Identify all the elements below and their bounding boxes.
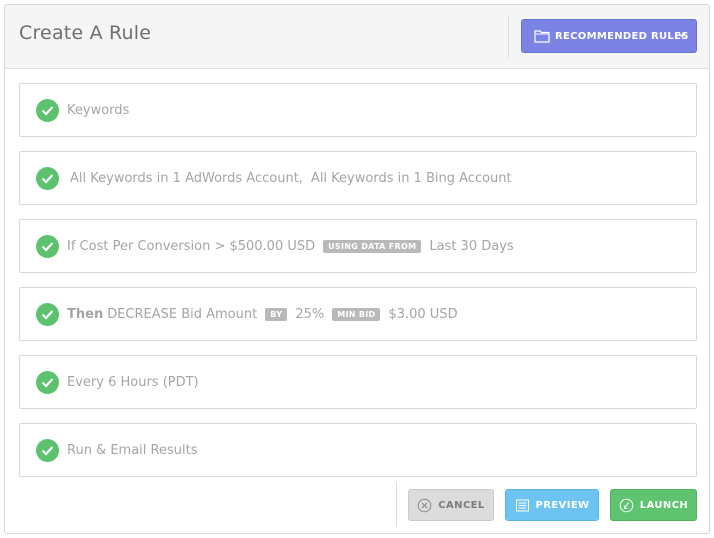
min-bid-tag: MIN BID [332,307,381,321]
rule-step-keywords[interactable]: Keywords [19,83,697,137]
rule-step-condition[interactable]: If Cost Per Conversion > $500.00 USD USI… [19,219,697,273]
rule-step-list: Keywords All Keywords in 1 AdWords Accou… [19,83,697,491]
create-rule-modal: Create A Rule RECOMMENDED RULES Keywords… [4,4,710,534]
recommended-rules-label: RECOMMENDED RULES [555,30,689,42]
using-data-from-tag: USING DATA FROM [323,239,422,253]
check-icon [36,302,59,326]
action-text: DECREASE Bid Amount [107,306,258,322]
header-divider [508,15,509,59]
preview-button[interactable]: PREVIEW [505,489,599,521]
rule-step-accounts[interactable]: All Keywords in 1 AdWords Account, All K… [19,151,697,205]
page-title: Create A Rule [19,22,152,44]
min-bid-value: $3.00 USD [388,306,458,322]
date-range-text: Last 30 Days [429,238,514,254]
launch-icon [619,498,634,512]
check-icon [36,370,59,394]
percent-text: 25% [295,306,325,322]
by-tag: BY [265,307,288,321]
condition-text: If Cost Per Conversion > $500.00 USD [67,238,316,254]
schedule-text: Every 6 Hours (PDT) [67,374,199,390]
rule-step-results[interactable]: Run & Email Results [19,423,697,477]
check-icon [36,438,59,462]
adwords-account-text: All Keywords in 1 AdWords Account, [70,170,303,186]
cancel-button[interactable]: CANCEL [408,489,494,521]
check-icon [36,98,59,122]
check-icon [36,166,59,190]
preview-icon [515,499,529,511]
then-label: Then [67,306,104,322]
chevron-down-icon [678,33,686,38]
rule-step-schedule[interactable]: Every 6 Hours (PDT) [19,355,697,409]
preview-label: PREVIEW [535,499,590,511]
launch-button[interactable]: LAUNCH [610,489,697,521]
folder-icon [534,30,550,43]
rule-step-text: Keywords [67,102,130,118]
recommended-rules-button[interactable]: RECOMMENDED RULES [521,19,697,53]
launch-label: LAUNCH [639,499,689,511]
cancel-label: CANCEL [438,499,485,511]
rule-step-action[interactable]: Then DECREASE Bid Amount BY 25% MIN BID … [19,287,697,341]
check-icon [36,234,59,258]
cancel-icon [417,498,432,512]
modal-header: Create A Rule RECOMMENDED RULES [5,5,709,69]
footer-divider [396,483,397,527]
results-text: Run & Email Results [67,442,198,458]
bing-account-text: All Keywords in 1 Bing Account [310,170,512,186]
